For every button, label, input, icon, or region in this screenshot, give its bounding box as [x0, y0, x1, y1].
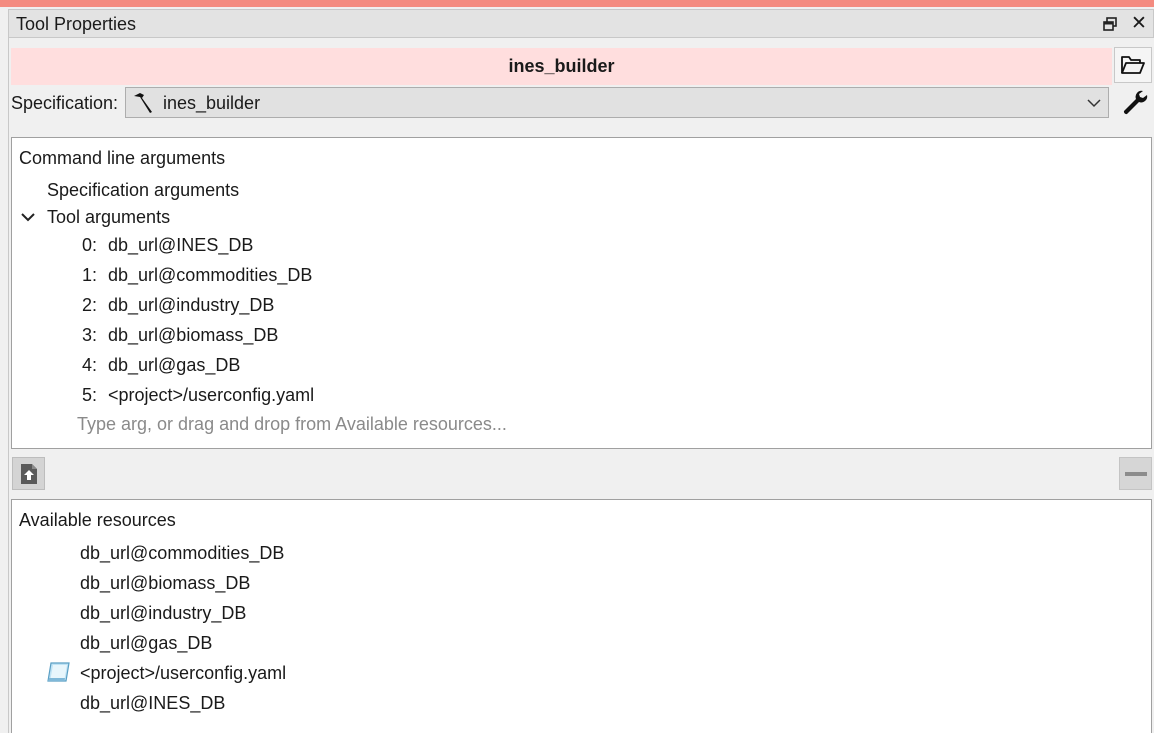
- arg-value: <project>/userconfig.yaml: [108, 385, 315, 405]
- remove-arg-button[interactable]: [1119, 457, 1152, 490]
- float-window-icon[interactable]: [1100, 14, 1120, 34]
- tool-args-item[interactable]: Tool arguments: [47, 207, 170, 228]
- tool-name: ines_builder: [508, 56, 615, 76]
- wrench-icon: [1123, 90, 1148, 115]
- arg-value: db_url@industry_DB: [108, 295, 275, 315]
- spec-args-item[interactable]: Specification arguments: [47, 180, 239, 201]
- edit-specification-button[interactable]: [1118, 87, 1152, 119]
- tool-arg-row[interactable]: 3: db_url@biomass_DB: [82, 325, 278, 346]
- resource-item[interactable]: <project>/userconfig.yaml: [80, 663, 286, 684]
- cmdline-header: Command line arguments: [19, 148, 226, 168]
- arg-index: 2:: [82, 295, 98, 315]
- add-arg-button[interactable]: [12, 457, 45, 490]
- add-arg-icon: [20, 463, 37, 484]
- open-directory-button[interactable]: [1114, 47, 1152, 83]
- tool-arg-row[interactable]: 0: db_url@INES_DB: [82, 235, 253, 256]
- arg-value: db_url@commodities_DB: [108, 265, 313, 285]
- available-resources-tree[interactable]: Available resources db_url@commodities_D…: [11, 499, 1152, 733]
- chevron-down-icon[interactable]: [20, 210, 36, 226]
- new-arg-input[interactable]: Type arg, or drag and drop from Availabl…: [77, 414, 507, 435]
- arg-index: 4:: [82, 355, 98, 375]
- tool-arg-row[interactable]: 4: db_url@gas_DB: [82, 355, 240, 376]
- hammer-icon: [134, 93, 152, 113]
- arg-index: 3:: [82, 325, 98, 345]
- tool-name-banner: ines_builder: [11, 48, 1112, 85]
- file-icon: [47, 662, 70, 682]
- tool-arg-row[interactable]: 5: <project>/userconfig.yaml: [82, 385, 314, 406]
- resource-item[interactable]: db_url@biomass_DB: [80, 573, 250, 594]
- folder-open-icon: [1121, 56, 1145, 74]
- tool-arg-row[interactable]: 1: db_url@commodities_DB: [82, 265, 312, 286]
- command-line-args-tree[interactable]: Command line arguments Specification arg…: [11, 137, 1152, 449]
- top-accent-bar: [0, 0, 1154, 7]
- resources-header: Available resources: [19, 510, 176, 530]
- specification-label: Specification:: [11, 93, 119, 113]
- arg-index: 5:: [82, 385, 98, 405]
- arg-value: db_url@gas_DB: [108, 355, 241, 375]
- specification-combobox[interactable]: ines_builder: [125, 87, 1109, 118]
- resource-item[interactable]: db_url@commodities_DB: [80, 543, 284, 564]
- arg-actions-bar: [8, 456, 1154, 492]
- dock-title-bar[interactable]: Tool Properties ✕: [8, 9, 1154, 38]
- resource-item[interactable]: db_url@gas_DB: [80, 633, 212, 654]
- tool-arg-row[interactable]: 2: db_url@industry_DB: [82, 295, 274, 316]
- dock-title: Tool Properties: [16, 14, 137, 34]
- resource-item[interactable]: db_url@INES_DB: [80, 693, 225, 714]
- resource-item[interactable]: db_url@industry_DB: [80, 603, 246, 624]
- arg-index: 1:: [82, 265, 98, 285]
- arg-index: 0:: [82, 235, 98, 255]
- arg-value: db_url@INES_DB: [108, 235, 254, 255]
- close-icon[interactable]: ✕: [1129, 14, 1149, 34]
- specification-value: ines_builder: [163, 93, 261, 113]
- chevron-down-icon: [1087, 99, 1101, 108]
- arg-value: db_url@biomass_DB: [108, 325, 279, 345]
- remove-arg-icon: [1124, 471, 1147, 476]
